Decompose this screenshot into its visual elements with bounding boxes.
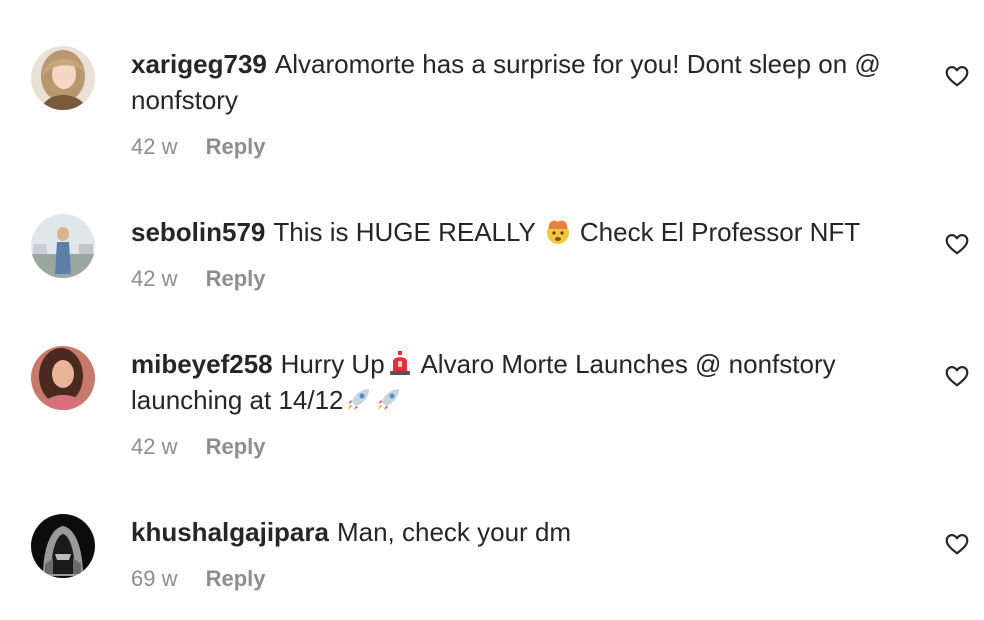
comment-timestamp[interactable]: 42 w <box>131 432 177 462</box>
comment-meta: 69 w Reply <box>131 564 921 594</box>
heart-outline-icon[interactable] <box>944 231 970 257</box>
reply-button[interactable]: Reply <box>206 132 266 162</box>
heart-outline-icon[interactable] <box>944 63 970 89</box>
reply-button[interactable]: Reply <box>206 432 266 462</box>
hooded-figure-avatar[interactable] <box>31 514 95 578</box>
comment-message: This is HUGE REALLY <box>273 217 536 247</box>
comment-body: mibeyef258 Hurry Up Alvaro Morte Launches… <box>131 346 921 462</box>
comment-meta: 42 w Reply <box>131 432 921 462</box>
comment-text: mibeyef258 Hurry Up Alvaro Morte Launches… <box>131 346 921 418</box>
reply-button[interactable]: Reply <box>206 264 266 294</box>
police-light-emoji <box>386 349 414 377</box>
comment-username[interactable]: khushalgajipara <box>131 517 329 547</box>
comment-username[interactable]: mibeyef258 <box>131 349 273 379</box>
reply-button[interactable]: Reply <box>206 564 266 594</box>
heart-outline-icon[interactable] <box>944 363 970 389</box>
comment-timestamp[interactable]: 42 w <box>131 264 177 294</box>
comment-text: khushalgajipara Man, check your dm <box>131 514 921 550</box>
rocket-emoji <box>375 385 403 413</box>
comment-message: Man, check your dm <box>336 517 572 547</box>
comment-timestamp[interactable]: 42 w <box>131 132 177 162</box>
comment-body: sebolin579 This is HUGE REALLY Check El P… <box>131 214 921 294</box>
comment-body: xarigeg739 Alvaromorte has a surprise for… <box>131 46 921 162</box>
comment-text: xarigeg739 Alvaromorte has a surprise for… <box>131 46 921 118</box>
avatar[interactable] <box>31 214 95 278</box>
comment-message-continued: Check El Professor NFT <box>579 217 861 247</box>
avatar[interactable] <box>31 346 95 410</box>
rocket-emoji <box>345 385 373 413</box>
comment-username[interactable]: sebolin579 <box>131 217 265 247</box>
comment-body: khushalgajipara Man, check your dm 69 w R… <box>131 514 921 594</box>
comments-list: xarigeg739 Alvaromorte has a surprise for… <box>0 0 984 620</box>
comment-message: Hurry Up <box>280 349 385 379</box>
avatar[interactable] <box>31 46 95 110</box>
exploding-head-emoji <box>544 217 572 245</box>
heart-outline-icon[interactable] <box>944 531 970 557</box>
comment-meta: 42 w Reply <box>131 132 921 162</box>
comment-meta: 42 w Reply <box>131 264 921 294</box>
comment-timestamp[interactable]: 69 w <box>131 564 177 594</box>
comment-username[interactable]: xarigeg739 <box>131 49 267 79</box>
comment-text: sebolin579 This is HUGE REALLY Check El P… <box>131 214 921 250</box>
